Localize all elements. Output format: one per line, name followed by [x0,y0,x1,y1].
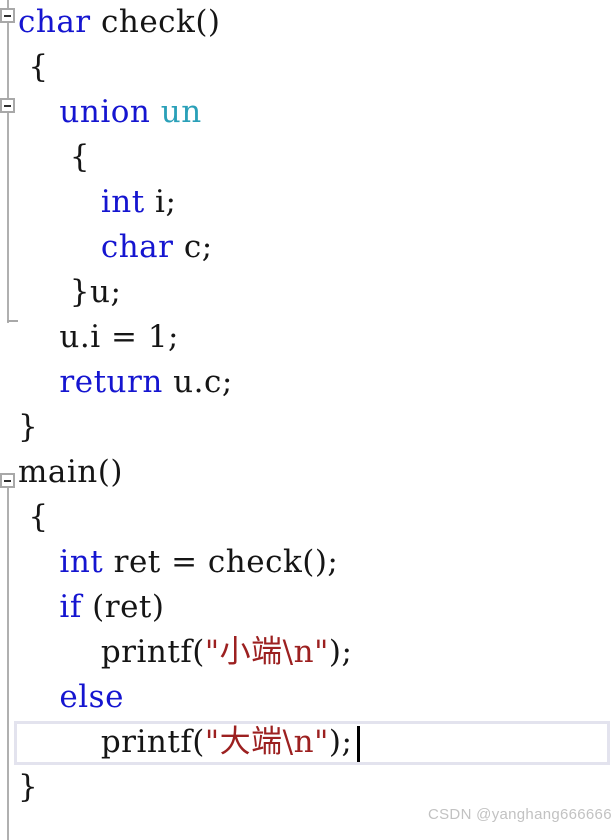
line-int-ret-check[interactable]: int ret = check(); [0,540,612,585]
csdn-watermark: CSDN @yanghang666666 [428,806,612,823]
line-main-open-brace[interactable]: { [0,495,612,540]
token-pun: }u; [18,274,122,310]
token-pun: u.c; [162,364,233,400]
token-kw: char [18,4,91,40]
token-str: "小端\n" [204,634,329,670]
token-kw: union [59,94,151,130]
token-pun: main() [18,454,123,490]
token-kw: return [59,364,163,400]
token-type: un [160,94,202,130]
line-content: else [0,675,124,720]
token-pun: ret = check(); [103,544,339,580]
token-str: "大端\n" [204,724,329,760]
line-char-check-signature[interactable]: char check() [0,0,612,45]
token-pun: ); [328,724,353,760]
line-content: char c; [0,225,213,270]
line-content: { [0,135,90,180]
token-pun: (ret) [81,589,165,625]
token-pun [18,184,101,220]
token-pun: u.i = 1; [18,319,179,355]
line-check-close-brace[interactable]: } [0,405,612,450]
line-main-close-brace[interactable]: } [0,765,612,810]
line-main-signature[interactable]: main() [0,450,612,495]
line-content: } [0,405,38,450]
token-pun: check() [90,4,221,40]
token-kw: else [59,679,124,715]
token-pun [18,364,59,400]
line-content: main() [0,450,123,495]
line-printf-little-endian[interactable]: printf("小端\n"); [0,630,612,675]
line-content: if (ret) [0,585,164,630]
line-content: printf("大端\n"); [0,720,352,765]
line-content: } [0,765,38,810]
line-printf-big-endian[interactable]: printf("大端\n"); [0,720,612,765]
line-if-ret[interactable]: if (ret) [0,585,612,630]
line-content: int ret = check(); [0,540,338,585]
token-pun: ); [328,634,353,670]
line-union-close-u[interactable]: }u; [0,270,612,315]
text-caret [357,726,360,762]
line-content: int i; [0,180,176,225]
line-content: char check() [0,0,221,45]
token-pun: } [18,409,39,445]
token-kw: char [100,229,174,265]
token-kw: int [100,184,145,220]
token-pun [18,544,59,580]
token-kw: if [59,589,82,625]
line-member-char-c[interactable]: char c; [0,225,612,270]
code-editor[interactable]: char check() { union un { int i; char c;… [0,0,612,840]
token-pun [18,589,59,625]
line-content: union un [0,90,202,135]
token-pun: printf( [18,634,205,670]
token-pun [150,94,160,130]
line-check-open-brace[interactable]: { [0,45,612,90]
line-return-u-c[interactable]: return u.c; [0,360,612,405]
line-union-declaration[interactable]: union un [0,90,612,135]
token-pun: i; [144,184,177,220]
line-union-open-brace[interactable]: { [0,135,612,180]
line-else[interactable]: else [0,675,612,720]
line-content: }u; [0,270,121,315]
token-pun: } [18,769,39,805]
token-pun: { [18,139,90,175]
line-content: { [0,45,49,90]
line-content: printf("小端\n"); [0,630,352,675]
token-pun: c; [173,229,213,265]
token-pun [18,679,59,715]
code-text-layer[interactable]: char check() { union un { int i; char c;… [0,0,612,840]
token-pun [18,229,101,265]
line-content: { [0,495,49,540]
token-kw: int [59,544,104,580]
line-content: u.i = 1; [0,315,179,360]
line-member-int-i[interactable]: int i; [0,180,612,225]
token-pun: { [18,499,49,535]
line-content: return u.c; [0,360,233,405]
line-assign-u-i[interactable]: u.i = 1; [0,315,612,360]
token-pun [18,94,59,130]
token-pun: { [18,49,49,85]
token-pun: printf( [18,724,205,760]
